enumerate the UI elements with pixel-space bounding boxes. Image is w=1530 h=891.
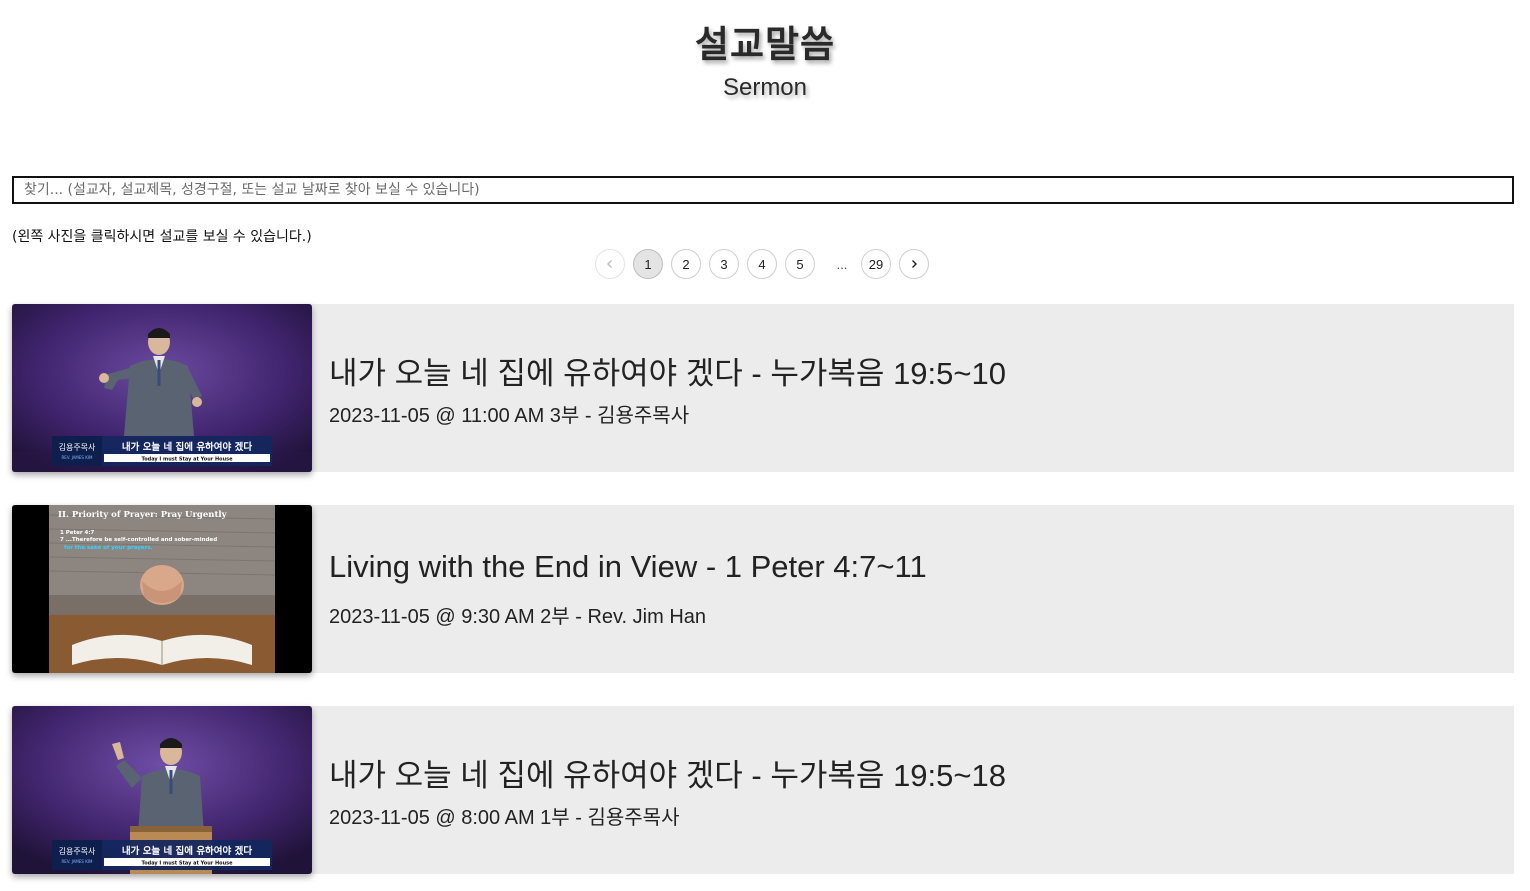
page-subtitle: Sermon [722, 74, 808, 101]
thumb-caption-en: Today I must Stay at Your House [141, 457, 233, 463]
thumb-preacher-en: REV. JAMES KIM [62, 455, 94, 460]
sermon-title: 내가 오늘 네 집에 유하여야 겠다 - 누가복음 19:5~10 [329, 356, 1006, 391]
page-button-3[interactable]: 3 [709, 249, 739, 279]
chevron-left-icon [607, 260, 612, 268]
sermon-list: 김용주목사 REV. JAMES KIM 내가 오늘 네 집에 유하여야 겠다 … [12, 304, 1514, 891]
instruction-text: (왼쪽 사진을 클릭하시면 설교를 보실 수 있습니다.) [12, 229, 312, 245]
page-button-4[interactable]: 4 [747, 249, 777, 279]
thumb-preacher-ko: 김용주목사 [59, 442, 96, 452]
thumb-caption-ko: 내가 오늘 네 집에 유하여야 겠다 [122, 845, 252, 857]
thumb-slide-ref: 1 Peter 4:7 [60, 530, 95, 536]
sermon-title: 내가 오늘 네 집에 유하여야 겠다 - 누가복음 19:5~18 [329, 758, 1006, 793]
sermon-meta: 2023-11-05 @ 9:30 AM 2부 - Rev. Jim Han [329, 606, 707, 628]
next-page-button[interactable] [899, 249, 929, 279]
thumb-caption-ko: 내가 오늘 네 집에 유하여야 겠다 [122, 441, 252, 453]
sermon-title: Living with the End in View - 1 Peter 4:… [329, 549, 927, 584]
thumb-slide-line1: 7 ...Therefore be self-controlled and so… [60, 537, 217, 543]
page-button-2[interactable]: 2 [671, 249, 701, 279]
page-button-last[interactable]: 29 [861, 249, 891, 279]
thumb-preacher-en: REV. JAMES KIM [62, 859, 94, 864]
pagination: 1 2 3 4 5 ... 29 [595, 248, 937, 280]
praying-hands [140, 565, 184, 605]
thumb-preacher-ko: 김용주목사 [59, 846, 96, 856]
sermon-meta: 2023-11-05 @ 8:00 AM 1부 - 김용주목사 [329, 807, 680, 829]
page-button-1[interactable]: 1 [633, 249, 663, 279]
pagination-ellipsis: ... [836, 256, 848, 272]
thumb-slide-line2: for the sake of your prayers. [64, 545, 153, 551]
search-input[interactable] [12, 176, 1514, 204]
sermon-thumbnail[interactable]: II. Priority of Prayer: Pray Urgently 1 … [12, 505, 312, 673]
page-title: 설교말씀 [694, 23, 836, 66]
prev-page-button[interactable] [595, 249, 625, 279]
sermon-thumbnail[interactable]: 김용주목사 REV. JAMES KIM 내가 오늘 네 집에 유하여야 겠다 … [12, 706, 312, 874]
chevron-right-icon [912, 260, 917, 268]
sermon-thumbnail[interactable]: 김용주목사 REV. JAMES KIM 내가 오늘 네 집에 유하여야 겠다 … [12, 304, 312, 472]
thumb-caption-en: Today I must Stay at Your House [141, 861, 233, 867]
sermon-item: 김용주목사 REV. JAMES KIM 내가 오늘 네 집에 유하여야 겠다 … [12, 304, 1514, 472]
sermon-item: II. Priority of Prayer: Pray Urgently 1 … [12, 505, 1514, 673]
sermon-page: 설교말씀 Sermon (왼쪽 사진을 클릭하시면 설교를 보실 수 있습니다.… [0, 0, 1530, 891]
sermon-item: 김용주목사 REV. JAMES KIM 내가 오늘 네 집에 유하여야 겠다 … [12, 706, 1514, 874]
page-button-5[interactable]: 5 [785, 249, 815, 279]
sermon-meta: 2023-11-05 @ 11:00 AM 3부 - 김용주목사 [329, 405, 690, 427]
thumb-slide-heading: II. Priority of Prayer: Pray Urgently [58, 510, 228, 520]
